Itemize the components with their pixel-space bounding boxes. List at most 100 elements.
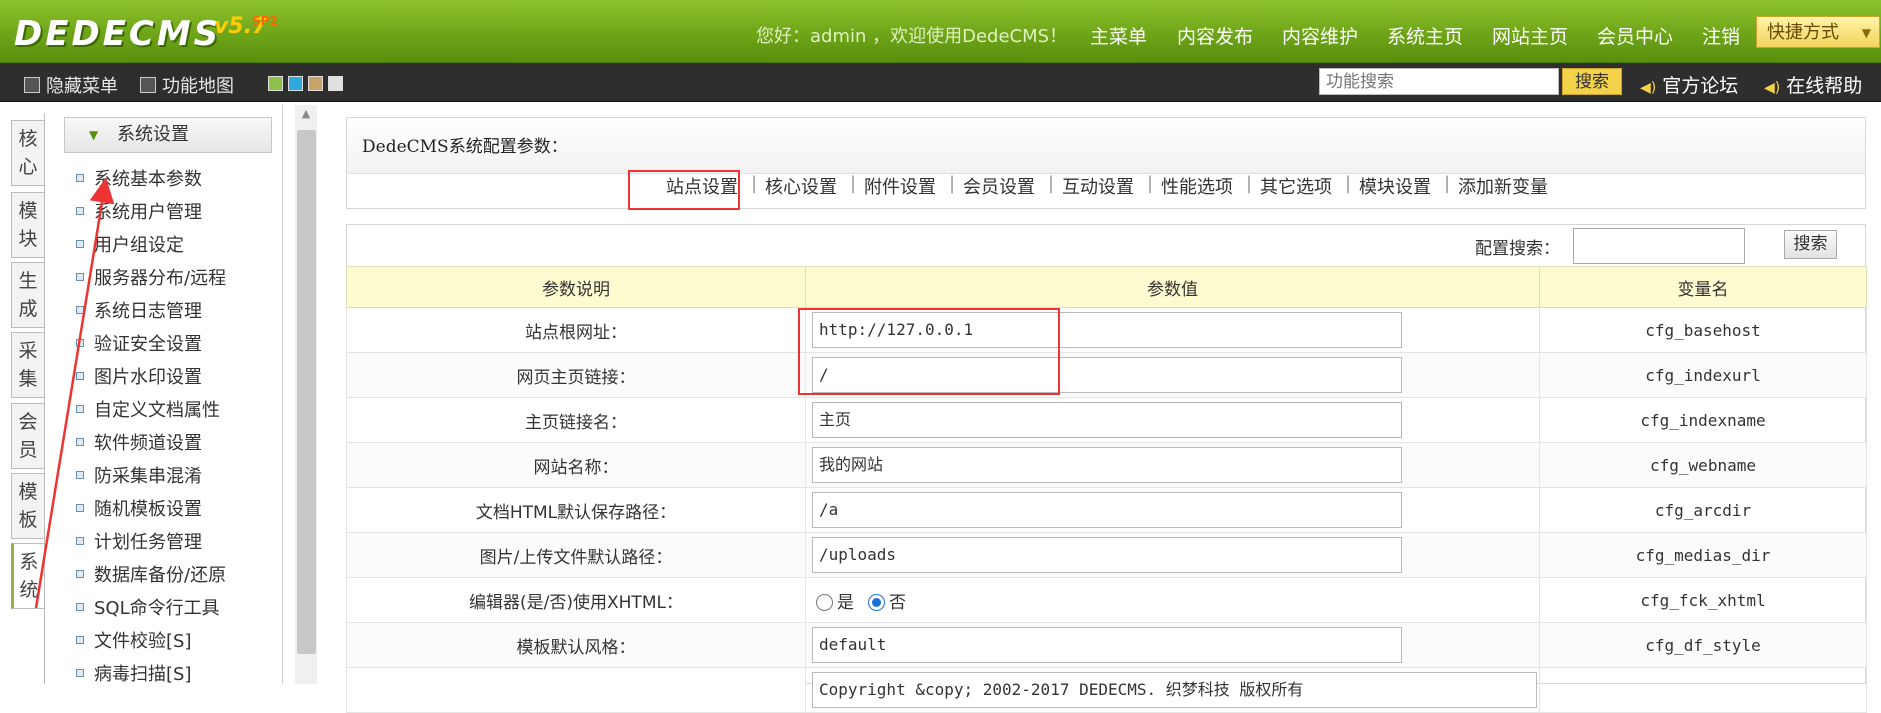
menu-item[interactable]: 病毒扫描[S] bbox=[76, 660, 191, 686]
param-value-input[interactable]: 我的网站 bbox=[812, 447, 1402, 483]
left-tab-label: 采 集 bbox=[18, 340, 38, 390]
left-tab-module[interactable]: 模 块 bbox=[11, 192, 44, 258]
left-tab-generate[interactable]: 生 成 bbox=[11, 262, 44, 328]
left-tab-system[interactable]: 系 统 bbox=[11, 543, 44, 609]
param-value-input[interactable]: 主页 bbox=[812, 402, 1402, 438]
panel-icon bbox=[24, 77, 40, 93]
settings-tab[interactable]: 核心设置 bbox=[765, 173, 837, 199]
chevron-down-icon: ▼ bbox=[1861, 26, 1871, 40]
divider bbox=[282, 105, 283, 684]
scrollbar-thumb[interactable] bbox=[297, 130, 316, 654]
menu-item[interactable]: 系统基本参数 bbox=[76, 165, 202, 191]
radio-group: 是否 bbox=[816, 593, 906, 613]
function-search-input[interactable] bbox=[1319, 68, 1559, 95]
scroll-up-icon[interactable]: ▲ bbox=[295, 107, 317, 121]
menu-item-label: 系统日志管理 bbox=[94, 301, 202, 322]
help-label: 在线帮助 bbox=[1786, 75, 1863, 97]
menu-item[interactable]: 防采集串混淆 bbox=[76, 462, 202, 488]
radio-no[interactable] bbox=[868, 593, 885, 611]
nav-content-publish[interactable]: 内容发布 bbox=[1177, 22, 1253, 49]
menu-item[interactable]: 软件频道设置 bbox=[76, 429, 202, 455]
settings-tab[interactable]: 添加新变量 bbox=[1458, 173, 1548, 199]
nav-logout[interactable]: 注销 bbox=[1702, 22, 1740, 49]
online-help-link[interactable]: ◀) 在线帮助 bbox=[1764, 71, 1862, 98]
menu-item[interactable]: 文件校验[S] bbox=[76, 627, 191, 653]
divider bbox=[44, 113, 45, 684]
official-forum-link[interactable]: ◀) 官方论坛 bbox=[1640, 71, 1738, 98]
settings-tab[interactable]: 模块设置 bbox=[1359, 173, 1431, 199]
left-tab-core[interactable]: 核 心 bbox=[11, 120, 44, 186]
variable-name bbox=[1539, 667, 1867, 713]
nav-system-home[interactable]: 系统主页 bbox=[1387, 22, 1463, 49]
left-tab-member[interactable]: 会 员 bbox=[11, 403, 44, 469]
bullet-icon bbox=[76, 273, 84, 281]
bullet-icon bbox=[76, 603, 84, 611]
param-value-input[interactable]: /uploads bbox=[812, 537, 1402, 573]
function-search-button[interactable]: 搜索 bbox=[1562, 68, 1622, 95]
left-tab-label: 系 统 bbox=[19, 551, 39, 601]
left-tab-label: 模 板 bbox=[18, 481, 38, 531]
skin-swatch-gray[interactable] bbox=[328, 76, 343, 91]
menu-item[interactable]: 用户组设定 bbox=[76, 231, 184, 257]
nav-content-maintain[interactable]: 内容维护 bbox=[1282, 22, 1358, 49]
param-description: 网站名称： bbox=[346, 442, 806, 488]
hide-menu-button[interactable]: 隐藏菜单 bbox=[24, 72, 118, 98]
menu-item[interactable]: 自定义文档属性 bbox=[76, 396, 220, 422]
shortcut-dropdown[interactable]: 快捷方式 ▼ bbox=[1756, 16, 1880, 48]
param-value-input[interactable]: default bbox=[812, 627, 1402, 663]
forum-label: 官方论坛 bbox=[1662, 75, 1739, 97]
skin-swatch-blue[interactable] bbox=[288, 76, 303, 91]
menu-section-header[interactable]: ▼ 系统设置 bbox=[64, 117, 272, 153]
annotation-highlight-box bbox=[798, 308, 1060, 395]
param-value-input[interactable]: Copyright &copy; 2002-2017 DEDECMS. 织梦科技… bbox=[812, 672, 1537, 708]
nav-main-menu[interactable]: 主菜单 bbox=[1090, 22, 1147, 49]
settings-tab[interactable]: 互动设置 bbox=[1062, 173, 1134, 199]
menu-item[interactable]: 随机模板设置 bbox=[76, 495, 202, 521]
settings-tab[interactable]: 其它选项 bbox=[1260, 173, 1332, 199]
config-search-input[interactable] bbox=[1573, 228, 1745, 264]
top-header: DEDECMS v5.7 SP2 您好：admin ，欢迎使用DedeCMS！ … bbox=[0, 0, 1881, 63]
menu-item-label: 用户组设定 bbox=[94, 235, 184, 256]
menu-item-label: 软件频道设置 bbox=[94, 433, 202, 454]
left-tab-collect[interactable]: 采 集 bbox=[11, 332, 44, 398]
skin-swatch-brown[interactable] bbox=[308, 76, 323, 91]
settings-tab[interactable]: 会员设置 bbox=[963, 173, 1035, 199]
settings-tab[interactable]: 附件设置 bbox=[864, 173, 936, 199]
param-value-input[interactable]: /a bbox=[812, 492, 1402, 528]
variable-name: cfg_basehost bbox=[1539, 307, 1867, 353]
menu-item[interactable]: 数据库备份/还原 bbox=[76, 561, 226, 587]
bullet-icon bbox=[76, 207, 84, 215]
menu-item[interactable]: 系统用户管理 bbox=[76, 198, 202, 224]
menu-item-label: 数据库备份/还原 bbox=[94, 565, 227, 586]
table-row: Copyright &copy; 2002-2017 DEDECMS. 织梦科技… bbox=[346, 667, 1867, 713]
nav-site-home[interactable]: 网站主页 bbox=[1492, 22, 1568, 49]
menu-item[interactable]: 图片水印设置 bbox=[76, 363, 202, 389]
title-bar: DedeCMS系统配置参数： bbox=[347, 118, 1865, 174]
menu-item[interactable]: 服务器分布/远程 bbox=[76, 264, 226, 290]
variable-name: cfg_df_style bbox=[1539, 622, 1867, 668]
tab-separator: | bbox=[1147, 173, 1154, 194]
param-description: 编辑器(是/否)使用XHTML： bbox=[346, 577, 806, 623]
menu-item[interactable]: 计划任务管理 bbox=[76, 528, 202, 554]
bullet-icon bbox=[76, 405, 84, 413]
logo-sp: SP2 bbox=[252, 14, 278, 28]
nav-member-center[interactable]: 会员中心 bbox=[1597, 22, 1673, 49]
radio-no-label: 否 bbox=[889, 592, 906, 613]
left-tab-template[interactable]: 模 板 bbox=[11, 473, 44, 539]
settings-tab[interactable]: 性能选项 bbox=[1161, 173, 1233, 199]
param-value-cell: 我的网站 bbox=[805, 442, 1540, 488]
radio-yes[interactable] bbox=[816, 593, 833, 611]
bullet-icon bbox=[76, 372, 84, 380]
radio-yes-label: 是 bbox=[837, 592, 854, 613]
page-title: DedeCMS系统配置参数： bbox=[362, 137, 568, 157]
menu-item[interactable]: 系统日志管理 bbox=[76, 297, 202, 323]
function-map-button[interactable]: 功能地图 bbox=[140, 72, 234, 98]
left-tab-label: 生 成 bbox=[18, 270, 38, 320]
menu-item[interactable]: 验证安全设置 bbox=[76, 330, 202, 356]
config-search-button[interactable]: 搜索 bbox=[1784, 230, 1837, 259]
menu-item-label: 自定义文档属性 bbox=[94, 400, 220, 421]
bullet-icon bbox=[76, 339, 84, 347]
variable-name: cfg_arcdir bbox=[1539, 487, 1867, 533]
menu-item[interactable]: SQL命令行工具 bbox=[76, 594, 220, 620]
skin-swatch-green[interactable] bbox=[268, 76, 283, 91]
